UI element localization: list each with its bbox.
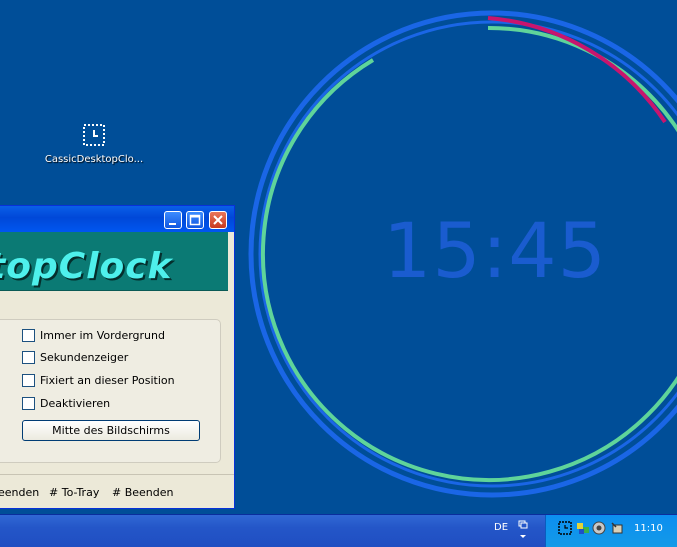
checkbox-box[interactable]	[22, 396, 35, 410]
status-bar: eenden # To-Tray # Beenden	[0, 474, 234, 508]
network-tray-icon[interactable]	[576, 521, 590, 535]
checkbox-box[interactable]	[22, 328, 35, 342]
close-icon	[213, 215, 223, 225]
desktop-icon-label: CassicDesktopClo...	[44, 154, 144, 165]
checkbox-box[interactable]	[22, 373, 35, 387]
window-titlebar[interactable]	[0, 206, 234, 232]
restore-bar-icon[interactable]	[517, 519, 529, 541]
checkbox-fixed-position[interactable]: Fixiert an dieser Position	[22, 372, 175, 388]
desktop-icon-classic-clock[interactable]: CassicDesktopClo...	[40, 122, 148, 165]
magenta-seconds-arc	[487, 16, 667, 124]
banner-title: topClock	[0, 246, 173, 287]
close-button[interactable]	[209, 211, 227, 229]
app-window: topClock Immer im Vordergrund Sekundenze…	[0, 205, 235, 509]
checkbox-label: Sekundenzeiger	[40, 350, 129, 364]
system-tray: 11:10	[545, 515, 677, 547]
app-banner: topClock	[0, 232, 228, 291]
clock-tray-icon[interactable]	[558, 521, 572, 535]
minimize-button[interactable]	[164, 211, 182, 229]
language-indicator[interactable]: DE	[494, 522, 508, 533]
minimize-icon	[169, 223, 176, 225]
checkbox-label: Fixiert an dieser Position	[40, 373, 175, 387]
taskbar: DE 11:10	[0, 514, 677, 547]
checkbox-box[interactable]	[22, 350, 35, 364]
desktop: 15:45 CassicDesktopClo... topClock Immer…	[0, 0, 677, 514]
clock-time: 15:45	[382, 206, 608, 295]
checkbox-second-hand[interactable]: Sekundenzeiger	[22, 349, 128, 365]
maximize-button[interactable]	[186, 211, 204, 229]
checkbox-always-on-top[interactable]: Immer im Vordergrund	[22, 327, 165, 343]
status-to-tray[interactable]: # To-Tray	[49, 486, 99, 499]
safely-remove-tray-icon[interactable]	[610, 521, 624, 535]
checkbox-label: Deaktivieren	[40, 396, 111, 410]
clock-app-icon	[81, 122, 107, 148]
speaker-tray-icon[interactable]	[592, 521, 606, 535]
tray-clock[interactable]: 11:10	[634, 523, 663, 534]
checkbox-deactivate[interactable]: Deaktivieren	[22, 395, 110, 411]
maximize-icon	[189, 214, 201, 226]
status-exit[interactable]: # Beenden	[112, 486, 174, 499]
checkbox-label: Immer im Vordergrund	[40, 328, 165, 342]
status-exit-partial[interactable]: eenden	[0, 486, 39, 499]
center-screen-button[interactable]: Mitte des Bildschirms	[22, 420, 200, 441]
